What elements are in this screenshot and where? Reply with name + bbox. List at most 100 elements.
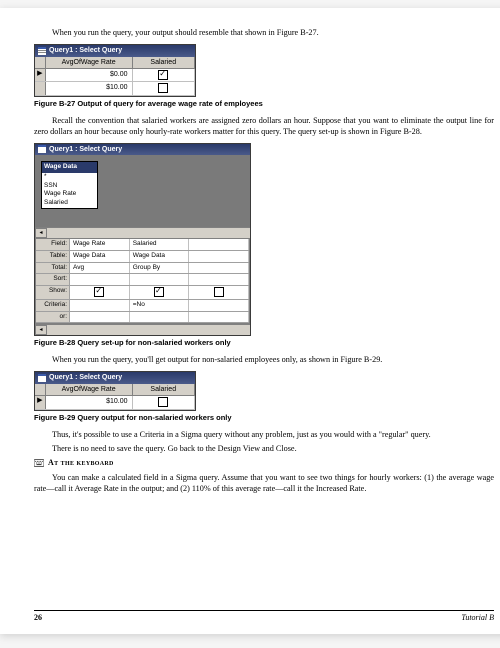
rate-cell: $10.00 <box>46 82 133 94</box>
checkbox-icon <box>158 397 168 407</box>
page-footer: 26 Tutorial B <box>34 610 494 624</box>
checkbox-icon <box>214 287 224 297</box>
fig28-upper-pane: Wage Data * SSN Wage Rate Salaried <box>35 155 250 227</box>
checkbox-icon <box>94 287 104 297</box>
grid-cell[interactable]: Salaried <box>130 239 190 250</box>
paragraph-6: You can make a calculated field in a Sig… <box>34 472 494 494</box>
keyboard-heading-line: At the keyboard <box>34 458 494 469</box>
checkbox-icon <box>154 287 164 297</box>
rate-cell: $0.00 <box>46 69 133 81</box>
grid-row-field: Field: Wage Rate Salaried <box>36 239 249 251</box>
grid-row-or: or: <box>36 312 249 324</box>
row-selector-header <box>35 57 46 68</box>
grid-row-sort: Sort: <box>36 274 249 286</box>
datasheet-icon <box>38 47 46 55</box>
field-list[interactable]: Wage Data * SSN Wage Rate Salaried <box>41 161 98 209</box>
grid-cell[interactable]: Wage Data <box>130 251 190 262</box>
fig29-col1: AvgOfWage Rate <box>46 384 133 395</box>
fig28-window: Query1 : Select Query Wage Data * SSN Wa… <box>34 143 251 337</box>
fig29-header-row: AvgOfWage Rate Salaried <box>35 384 195 396</box>
rate-cell: $10.00 <box>46 396 133 408</box>
grid-label: Show: <box>36 286 70 298</box>
grid-cell[interactable] <box>70 312 130 323</box>
fig29-caption: Figure B-29 Query output for non-salarie… <box>34 413 494 423</box>
grid-row-total: Total: Avg Group By <box>36 263 249 275</box>
hscroll-lower[interactable]: ◂ <box>35 324 250 335</box>
grid-label: Total: <box>36 263 70 274</box>
grid-cell[interactable] <box>189 239 249 250</box>
grid-cell[interactable]: Group By <box>130 263 190 274</box>
grid-cell[interactable]: =No <box>130 300 190 311</box>
table-row: ▶ $0.00 <box>35 69 195 82</box>
fig27-window: Query1 : Select Query AvgOfWage Rate Sal… <box>34 44 196 96</box>
salaried-cell <box>133 396 195 408</box>
fig28-titlebar: Query1 : Select Query <box>35 144 250 155</box>
datasheet-icon <box>38 145 46 153</box>
grid-cell[interactable] <box>189 286 249 298</box>
checkbox-icon <box>158 83 168 93</box>
paragraph-2: Recall the convention that salaried work… <box>34 115 494 137</box>
row-selector[interactable] <box>35 82 46 94</box>
paragraph-4: Thus, it's possible to use a Criteria in… <box>34 429 494 440</box>
checkbox-icon <box>158 70 168 80</box>
fig27-header-row: AvgOfWage Rate Salaried <box>35 57 195 69</box>
keyboard-icon <box>34 459 44 467</box>
scroll-left-icon[interactable]: ◂ <box>35 228 47 238</box>
list-item[interactable]: * <box>42 173 97 182</box>
page-number: 26 <box>34 613 42 624</box>
grid-cell[interactable] <box>130 274 190 285</box>
row-selector[interactable]: ▶ <box>35 69 46 81</box>
page: When you run the query, your output shou… <box>0 8 500 634</box>
grid-cell[interactable] <box>130 286 190 298</box>
intro-paragraph: When you run the query, your output shou… <box>34 27 494 38</box>
row-selector[interactable]: ▶ <box>35 396 46 408</box>
grid-cell[interactable]: Avg <box>70 263 130 274</box>
grid-cell[interactable] <box>189 263 249 274</box>
salaried-cell <box>133 82 195 94</box>
keyboard-heading: At the keyboard <box>48 458 114 469</box>
datasheet-icon <box>38 374 46 382</box>
fig27-title: Query1 : Select Query <box>49 46 122 55</box>
grid-cell[interactable] <box>70 300 130 311</box>
paragraph-5: There is no need to save the query. Go b… <box>34 443 494 454</box>
grid-cell[interactable]: Wage Rate <box>70 239 130 250</box>
salaried-cell <box>133 69 195 81</box>
fig28-title: Query1 : Select Query <box>49 145 122 154</box>
grid-cell[interactable] <box>189 251 249 262</box>
fig27-titlebar: Query1 : Select Query <box>35 45 195 56</box>
grid-row-table: Table: Wage Data Wage Data <box>36 251 249 263</box>
fig29-window: Query1 : Select Query AvgOfWage Rate Sal… <box>34 371 196 410</box>
grid-cell[interactable]: Wage Data <box>70 251 130 262</box>
grid-cell[interactable] <box>189 312 249 323</box>
list-item[interactable]: Wage Rate <box>42 190 97 199</box>
table-row: ▶ $10.00 <box>35 396 195 409</box>
list-item[interactable]: SSN <box>42 182 97 191</box>
grid-label: Table: <box>36 251 70 262</box>
grid-row-criteria: Criteria: =No <box>36 300 249 312</box>
fig27-col2: Salaried <box>133 57 195 68</box>
grid-cell[interactable] <box>189 274 249 285</box>
grid-label: or: <box>36 312 70 323</box>
grid-cell[interactable] <box>189 300 249 311</box>
fig29-titlebar: Query1 : Select Query <box>35 372 195 383</box>
fig29-title: Query1 : Select Query <box>49 373 122 382</box>
fig28-caption: Figure B-28 Query set-up for non-salarie… <box>34 338 494 348</box>
grid-label: Sort: <box>36 274 70 285</box>
list-item[interactable]: Salaried <box>42 199 97 208</box>
grid-row-show: Show: <box>36 286 249 299</box>
table-row: $10.00 <box>35 82 195 95</box>
hscroll-upper[interactable]: ◂ <box>35 227 250 238</box>
paragraph-3: When you run the query, you'll get outpu… <box>34 354 494 365</box>
grid-cell[interactable] <box>70 286 130 298</box>
tutorial-label: Tutorial B <box>461 613 494 624</box>
scroll-left-icon[interactable]: ◂ <box>35 325 47 335</box>
grid-cell[interactable] <box>130 312 190 323</box>
grid-cell[interactable] <box>70 274 130 285</box>
grid-label: Criteria: <box>36 300 70 311</box>
row-selector-header <box>35 384 46 395</box>
grid-label: Field: <box>36 239 70 250</box>
fig29-col2: Salaried <box>133 384 195 395</box>
design-grid: Field: Wage Rate Salaried Table: Wage Da… <box>35 238 250 324</box>
fig27-caption: Figure B-27 Output of query for average … <box>34 99 494 109</box>
field-list-title: Wage Data <box>42 162 97 173</box>
